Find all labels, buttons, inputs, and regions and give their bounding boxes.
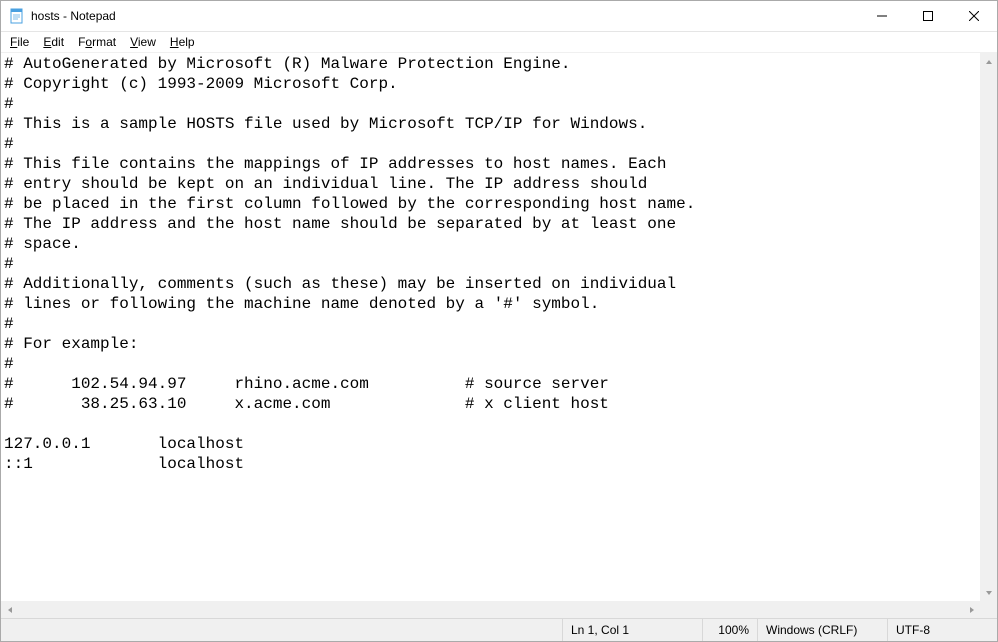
status-position: Ln 1, Col 1 xyxy=(562,619,702,641)
notepad-icon xyxy=(9,8,25,24)
maximize-button[interactable] xyxy=(905,1,951,31)
scroll-left-icon[interactable] xyxy=(1,601,18,618)
status-bar: Ln 1, Col 1 100% Windows (CRLF) UTF-8 xyxy=(1,618,997,641)
menu-bar: File Edit Format View Help xyxy=(1,32,997,52)
menu-file[interactable]: File xyxy=(3,34,36,50)
menu-format[interactable]: Format xyxy=(71,34,123,50)
title-bar: hosts - Notepad xyxy=(1,1,997,32)
scroll-up-icon[interactable] xyxy=(980,53,997,70)
minimize-button[interactable] xyxy=(859,1,905,31)
vertical-scrollbar[interactable] xyxy=(980,53,997,601)
window-title: hosts - Notepad xyxy=(31,9,116,23)
status-spacer xyxy=(1,619,562,641)
scroll-down-icon[interactable] xyxy=(980,584,997,601)
menu-edit[interactable]: Edit xyxy=(36,34,71,50)
horizontal-scrollbar[interactable] xyxy=(1,601,980,618)
text-editor[interactable]: # AutoGenerated by Microsoft (R) Malware… xyxy=(1,53,980,601)
status-zoom: 100% xyxy=(702,619,757,641)
menu-help[interactable]: Help xyxy=(163,34,202,50)
status-line-ending: Windows (CRLF) xyxy=(757,619,887,641)
status-encoding: UTF-8 xyxy=(887,619,997,641)
scroll-corner xyxy=(980,601,997,618)
menu-view[interactable]: View xyxy=(123,34,163,50)
close-button[interactable] xyxy=(951,1,997,31)
editor-container: # AutoGenerated by Microsoft (R) Malware… xyxy=(1,52,997,618)
scroll-right-icon[interactable] xyxy=(963,601,980,618)
